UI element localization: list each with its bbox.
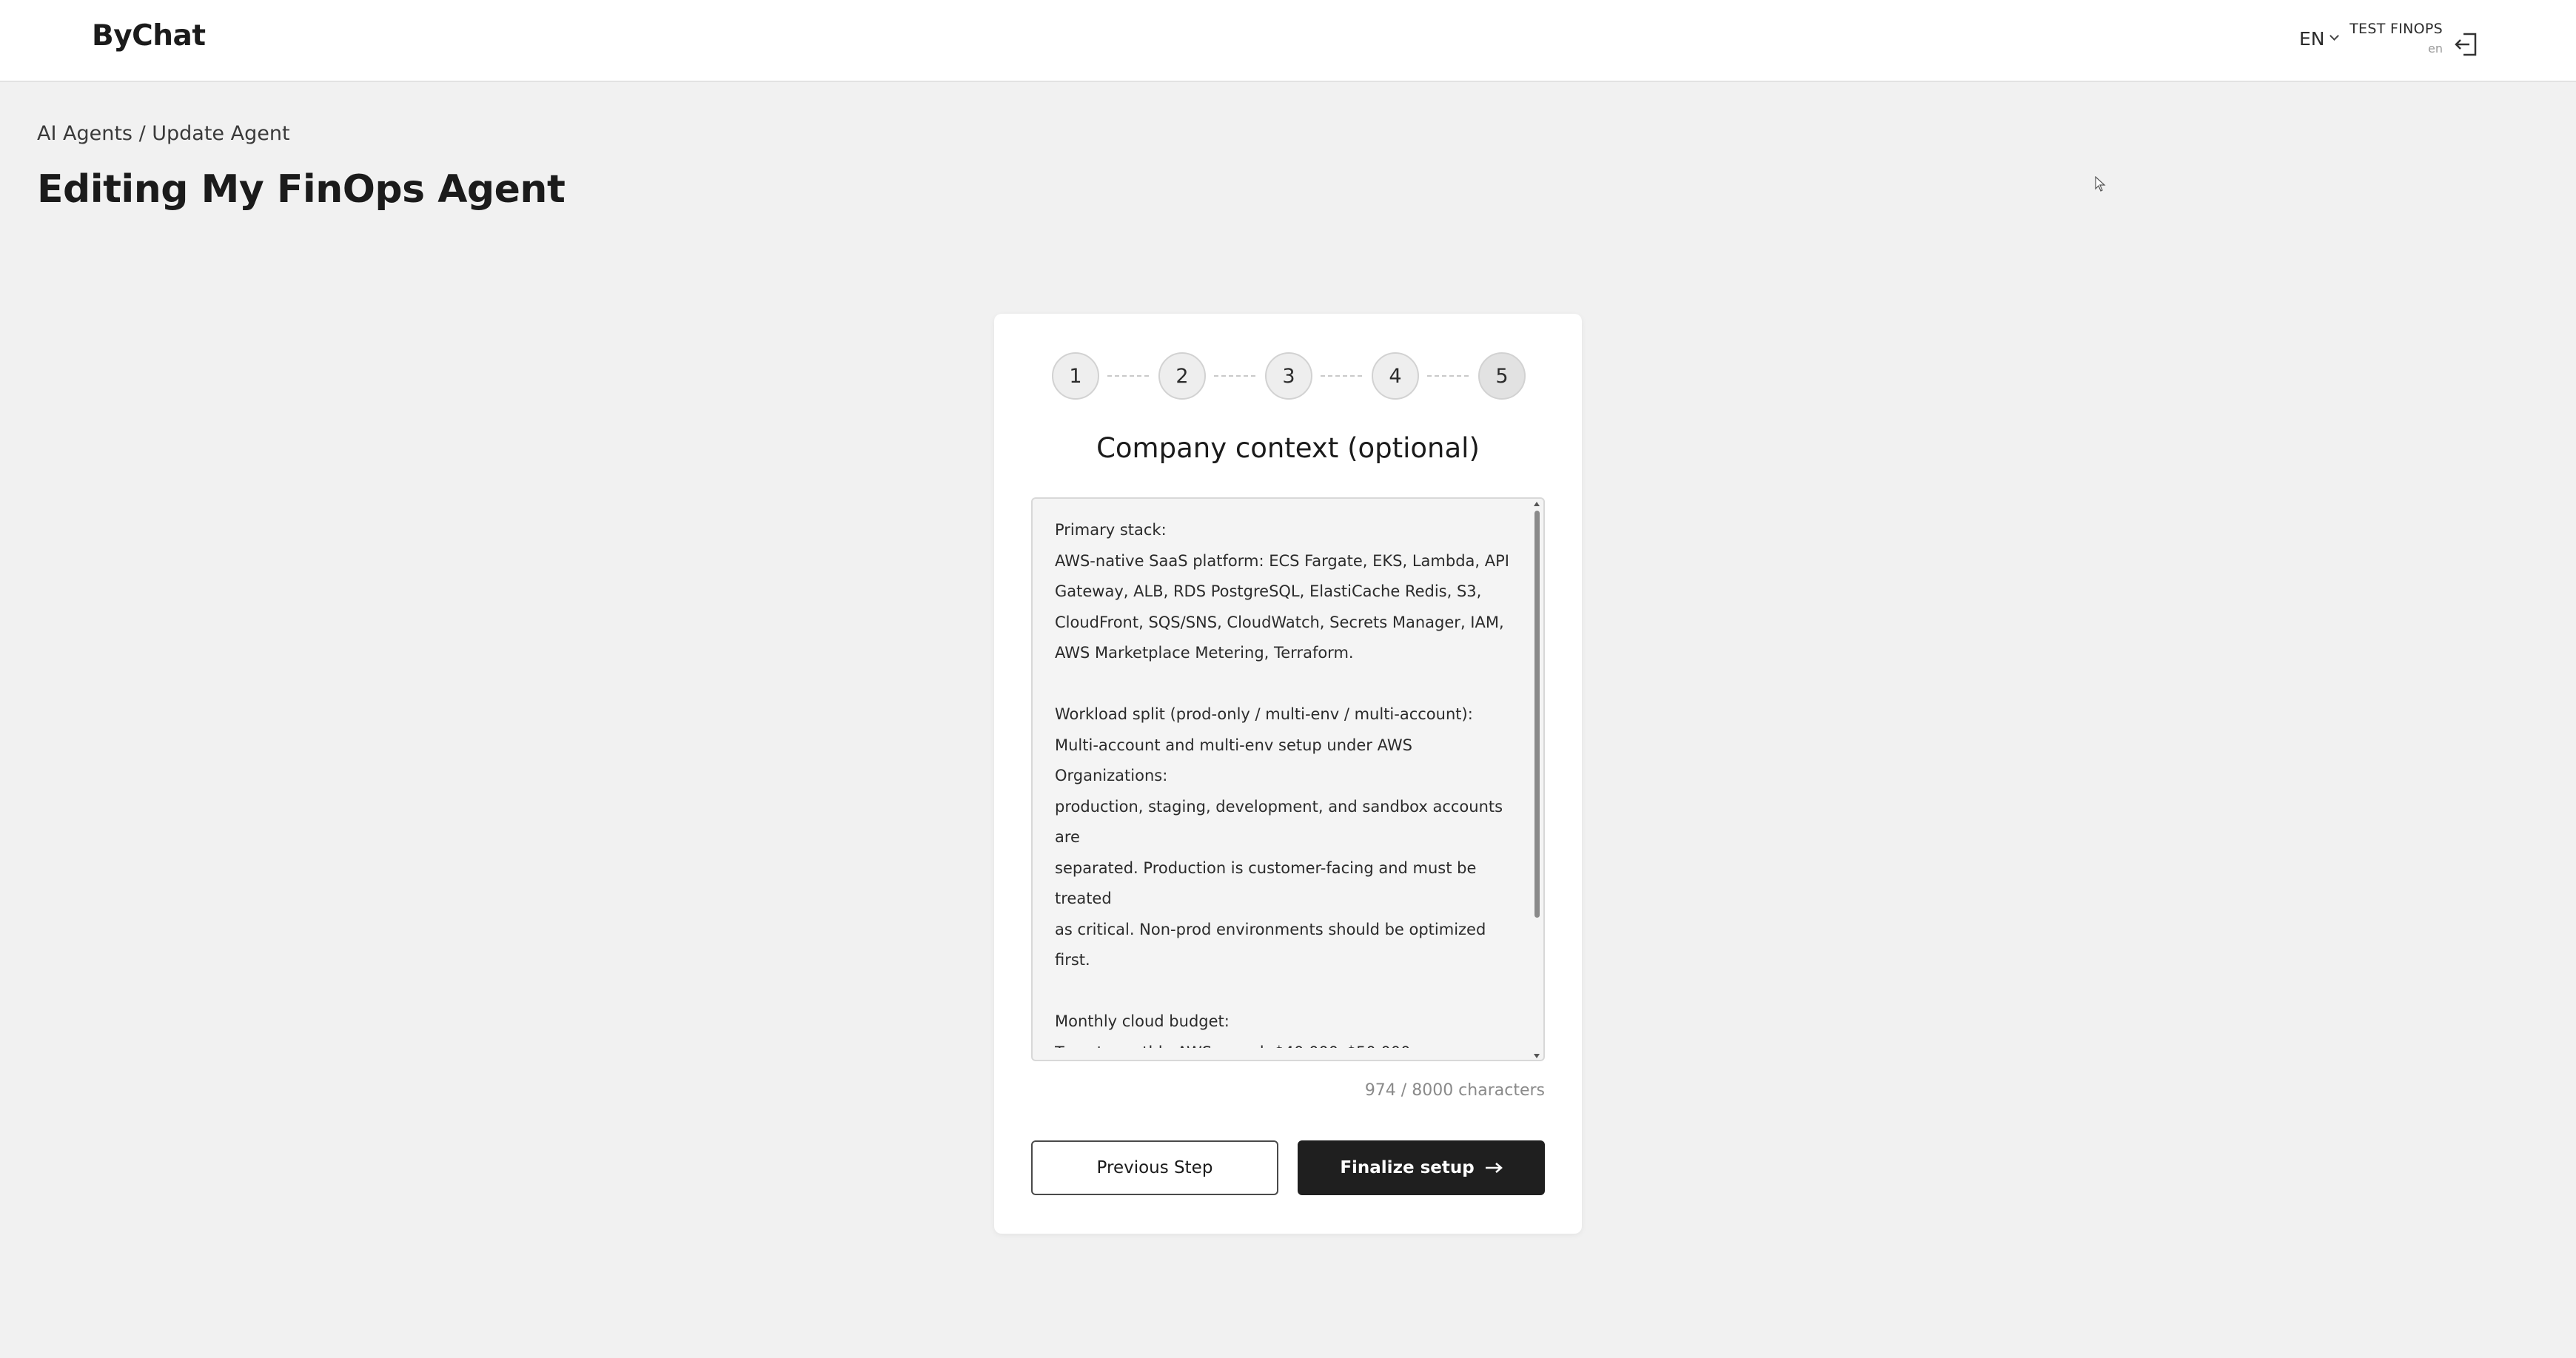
step-divider <box>1107 375 1149 377</box>
textarea-scrollbar[interactable] <box>1532 502 1542 1058</box>
step-1[interactable]: 1 <box>1052 352 1099 400</box>
company-context-textarea[interactable]: Primary stack: AWS-native SaaS platform:… <box>1031 497 1545 1061</box>
character-count: 974 / 8000 characters <box>1364 1081 1545 1100</box>
previous-step-button[interactable]: Previous Step <box>1031 1140 1278 1195</box>
scroll-thumb[interactable] <box>1534 511 1540 918</box>
mouse-cursor-icon <box>2095 175 2107 192</box>
step-divider <box>1321 375 1362 377</box>
previous-step-label: Previous Step <box>1096 1158 1213 1177</box>
step-divider <box>1427 375 1469 377</box>
finalize-setup-label: Finalize setup <box>1340 1158 1475 1177</box>
stepper: 1 2 3 4 5 <box>1052 352 1526 400</box>
step-5[interactable]: 5 <box>1478 352 1526 400</box>
step-divider <box>1214 375 1255 377</box>
top-header: ByChat EN TEST FINOPS en <box>0 0 2576 82</box>
language-label: EN <box>2299 28 2325 50</box>
finalize-setup-button[interactable]: Finalize setup <box>1298 1140 1545 1195</box>
user-info: TEST FINOPS en <box>2324 21 2443 56</box>
scroll-down-arrow-icon[interactable] <box>1534 1054 1540 1058</box>
user-language: en <box>2428 41 2443 56</box>
page-title: Editing My FinOps Agent <box>37 167 566 212</box>
app-logo[interactable]: ByChat <box>92 19 206 53</box>
setup-card: 1 2 3 4 5 Company context (optional) Pri… <box>994 314 1582 1234</box>
scroll-up-arrow-icon[interactable] <box>1534 502 1540 506</box>
step-2[interactable]: 2 <box>1158 352 1206 400</box>
logout-icon[interactable] <box>2452 30 2481 59</box>
section-title: Company context (optional) <box>1096 432 1480 464</box>
step-3[interactable]: 3 <box>1265 352 1312 400</box>
user-name: TEST FINOPS <box>2349 21 2443 37</box>
step-4[interactable]: 4 <box>1372 352 1419 400</box>
company-context-text[interactable]: Primary stack: AWS-native SaaS platform:… <box>1055 515 1514 1048</box>
breadcrumb[interactable]: AI Agents / Update Agent <box>37 122 290 145</box>
arrow-right-icon <box>1485 1163 1503 1173</box>
